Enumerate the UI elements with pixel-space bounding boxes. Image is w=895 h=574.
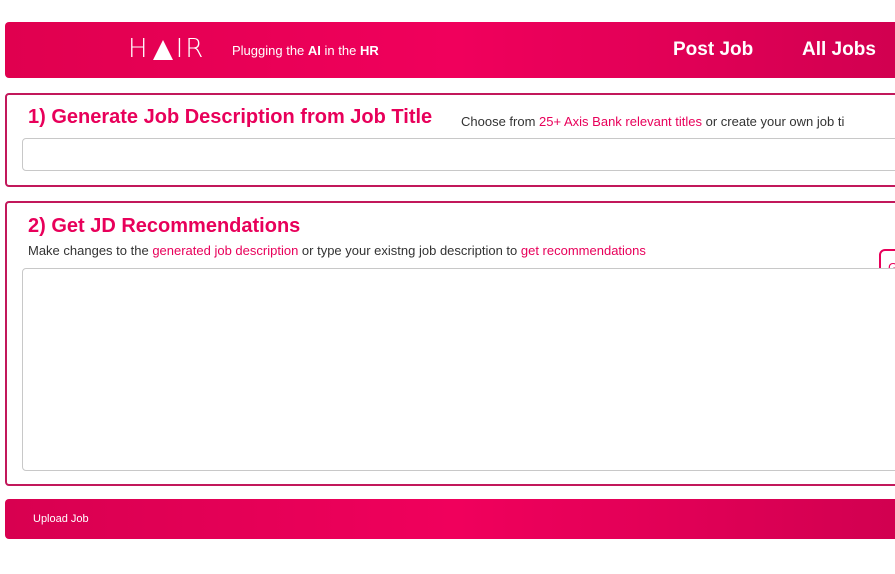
logo-left-text: H xyxy=(128,34,150,64)
nav-post-job[interactable]: Post Job xyxy=(673,39,753,61)
logo-right-text: IR xyxy=(175,34,206,64)
axis-bank-titles-link[interactable]: 25+ Axis Bank relevant titles xyxy=(539,114,702,129)
tagline-mid: in the xyxy=(320,43,360,58)
section2-hint-pre: Make changes to the xyxy=(28,243,153,258)
generate-jd-section: 1) Generate Job Description from Job Tit… xyxy=(5,93,895,187)
section1-hint-post: or create your own job ti xyxy=(702,114,845,129)
hair-logo[interactable]: H IR xyxy=(128,34,205,64)
section1-title: 1) Generate Job Description from Job Tit… xyxy=(28,106,433,128)
generated-jd-link[interactable]: generated job description xyxy=(152,243,298,258)
page: H IR Plugging the AI in the HR Post Job … xyxy=(0,0,895,574)
section1-hint: Choose from 25+ Axis Bank relevant title… xyxy=(461,114,844,129)
logo-a-triangle-icon xyxy=(152,40,173,60)
tagline-pre: Plugging the xyxy=(232,43,308,58)
section2-hint-mid: or type your existng job description to xyxy=(298,243,521,258)
job-title-input[interactable] xyxy=(22,138,895,171)
tagline-ai: AI xyxy=(307,43,321,58)
upload-job-button[interactable]: Upload Job xyxy=(33,513,89,525)
section1-hint-pre: Choose from xyxy=(461,114,540,129)
top-navbar: H IR Plugging the AI in the HR Post Job … xyxy=(5,22,895,78)
tagline-hr: HR xyxy=(359,43,379,58)
nav-all-jobs[interactable]: All Jobs xyxy=(802,39,876,61)
section2-hint: Make changes to the generated job descri… xyxy=(28,243,646,258)
upload-job-bar[interactable]: Upload Job xyxy=(5,499,895,539)
get-recommendations-link[interactable]: get recommendations xyxy=(521,243,646,258)
job-description-textarea[interactable] xyxy=(22,268,895,471)
jd-recommendations-section: 2) Get JD Recommendations Make changes t… xyxy=(5,201,895,486)
tagline: Plugging the AI in the HR xyxy=(232,44,379,58)
section2-title: 2) Get JD Recommendations xyxy=(28,215,301,237)
